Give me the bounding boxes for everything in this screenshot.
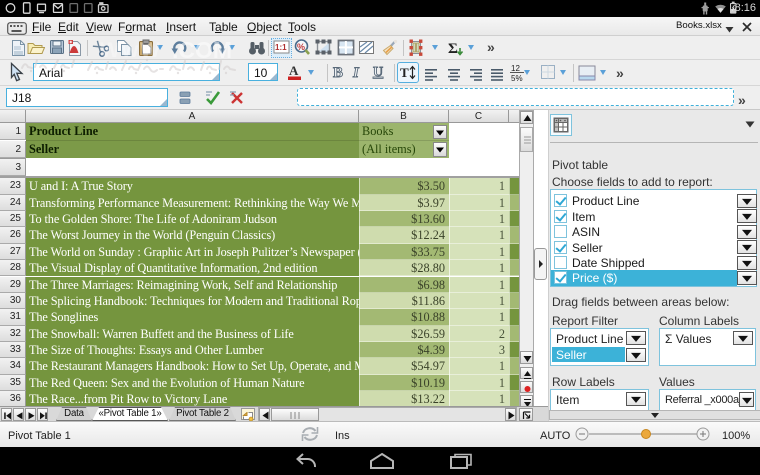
svg-text:1:1: 1:1 [275,43,287,52]
svg-text:I: I [352,65,360,81]
svg-text:12: 12 [511,64,520,73]
svg-text:T: T [400,65,409,80]
svg-text:5%: 5% [511,74,523,82]
svg-text:A: A [289,63,299,78]
svg-text:%: % [297,42,305,52]
svg-text:U: U [373,65,383,80]
svg-text:B: B [333,65,343,81]
svg-text:Σ: Σ [448,41,458,57]
